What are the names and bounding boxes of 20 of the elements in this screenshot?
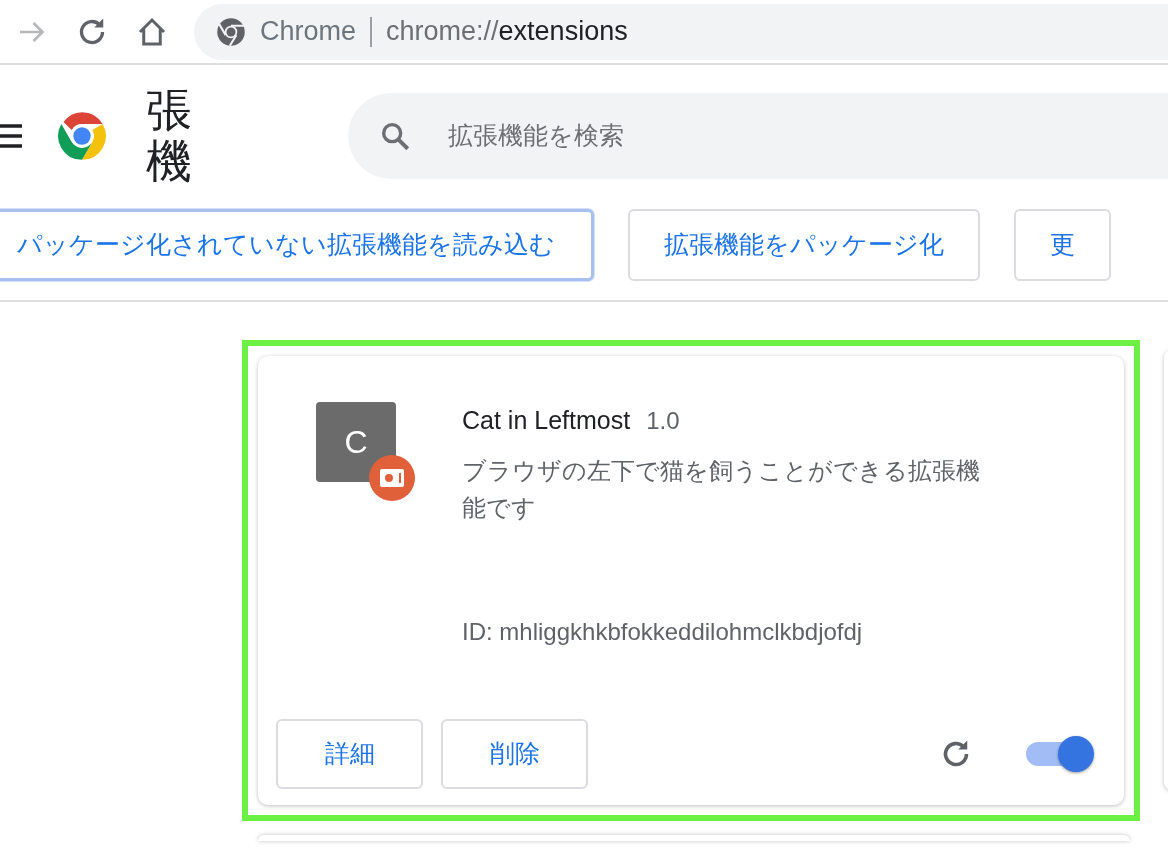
card-button[interactable]: 削除 xyxy=(441,719,588,789)
menu-icon[interactable] xyxy=(0,123,24,149)
extension-name: Cat in Leftmost xyxy=(462,405,631,436)
extension-id: ID: mhliggkhkbfokkeddilohmclkbdjofdj xyxy=(462,616,864,647)
chrome-logo-icon xyxy=(216,16,246,47)
chrome-logo-icon xyxy=(56,110,108,162)
page-title: 張機 xyxy=(146,85,192,187)
search-bar[interactable]: 拡張機能を検索 xyxy=(348,93,1168,179)
action-button[interactable]: パッケージ化されていない拡張機能を読み込む xyxy=(0,209,594,281)
enable-toggle[interactable] xyxy=(1026,736,1094,772)
action-button[interactable]: 更 xyxy=(1014,209,1111,281)
action-button[interactable]: 拡張機能をパッケージ化 xyxy=(628,209,980,281)
badge-icon xyxy=(368,454,416,502)
extension-version: 1.0 xyxy=(646,406,680,436)
address-bar[interactable]: Chrome chrome://extensions xyxy=(194,3,1168,60)
search-field[interactable]: 拡張機能を検索 xyxy=(446,116,1168,156)
url-text: chrome://extensions xyxy=(386,15,628,49)
extension-description: ブラウザの左下で猫を飼うことができる拡張機能です xyxy=(462,455,981,523)
card-button[interactable]: 詳細 xyxy=(276,719,423,789)
site-chip-label: Chrome xyxy=(260,15,357,49)
